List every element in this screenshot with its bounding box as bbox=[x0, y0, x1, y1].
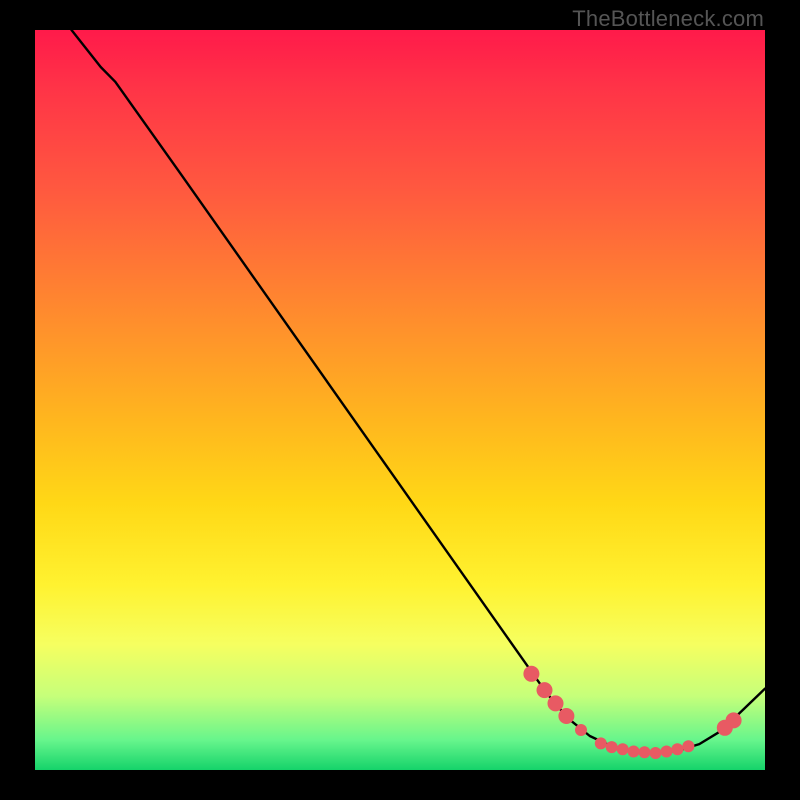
plot-area bbox=[35, 30, 765, 770]
watermark-text: TheBottleneck.com bbox=[572, 6, 764, 32]
marker-dot bbox=[537, 682, 553, 698]
marker-dot bbox=[558, 708, 574, 724]
marker-dot bbox=[617, 743, 629, 755]
marker-dot bbox=[650, 747, 662, 759]
marker-dot bbox=[595, 737, 607, 749]
marker-dot bbox=[726, 712, 742, 728]
marker-dot bbox=[548, 695, 564, 711]
marker-dot bbox=[661, 746, 673, 758]
marker-dot bbox=[628, 746, 640, 758]
chart-frame: TheBottleneck.com bbox=[0, 0, 800, 800]
marker-dot bbox=[682, 740, 694, 752]
bottleneck-curve bbox=[72, 30, 766, 753]
curve-svg bbox=[35, 30, 765, 770]
marker-dot bbox=[575, 724, 587, 736]
marker-dot bbox=[639, 746, 651, 758]
curve-markers bbox=[523, 666, 741, 759]
marker-dot bbox=[606, 741, 618, 753]
marker-dot bbox=[523, 666, 539, 682]
marker-dot bbox=[671, 743, 683, 755]
